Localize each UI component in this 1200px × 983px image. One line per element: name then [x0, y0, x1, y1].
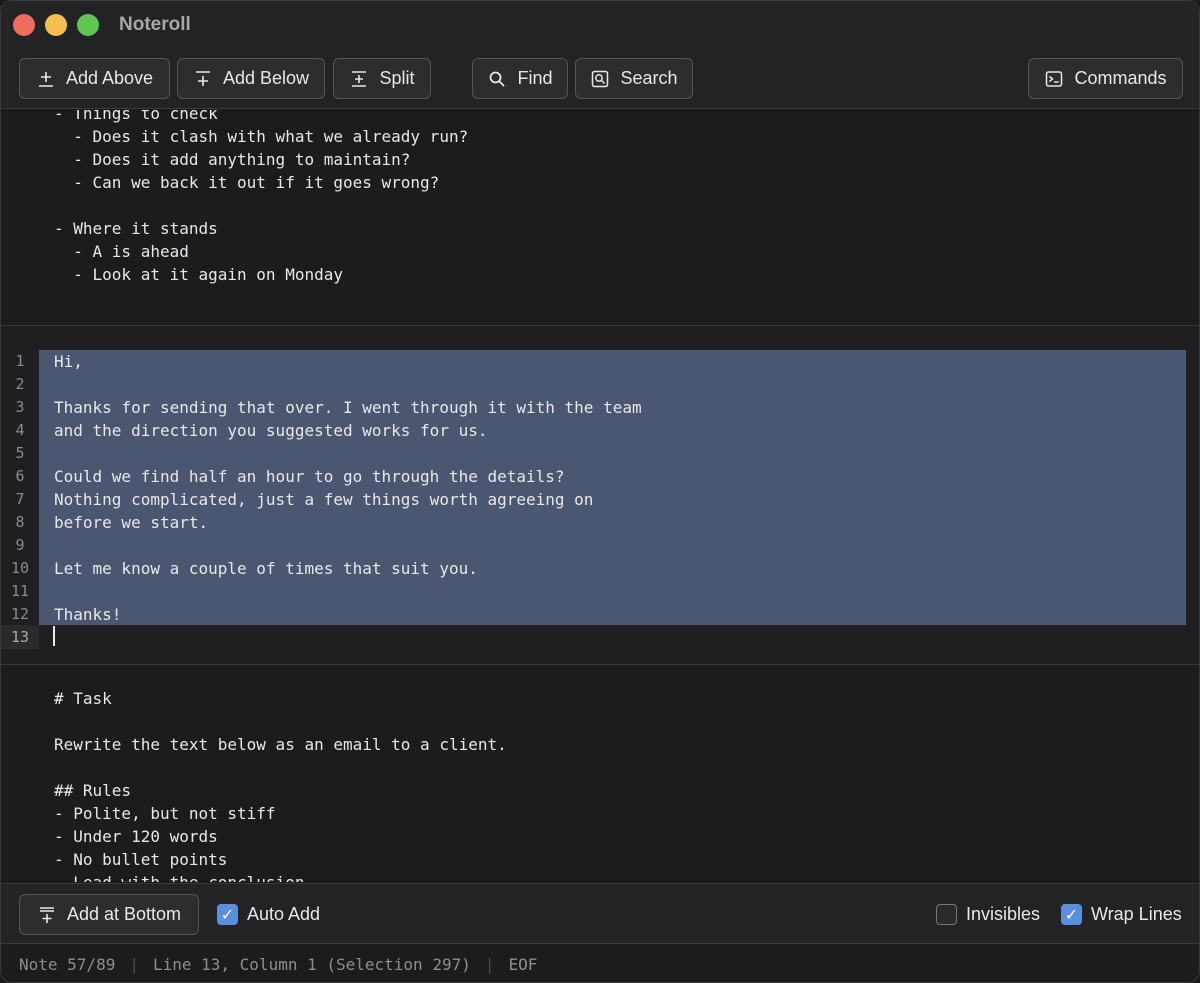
- toolbar: Add Above Add Below Split Find Search Co…: [1, 49, 1199, 109]
- text-line: - No bullet points: [54, 850, 228, 869]
- status-separator: |: [484, 955, 495, 974]
- text-line: - Look at it again on Monday: [54, 265, 343, 284]
- text-line: Let me know a couple of times that suit …: [54, 559, 478, 578]
- checkmark-icon[interactable]: ✓: [217, 904, 238, 925]
- text-line: [54, 442, 642, 465]
- text-line: Nothing complicated, just a few things w…: [54, 490, 594, 509]
- text-line: [54, 580, 642, 603]
- add-below-button[interactable]: Add Below: [177, 58, 325, 99]
- checkmark-icon[interactable]: ✓: [1061, 904, 1082, 925]
- app-title: Noteroll: [119, 14, 191, 35]
- line-number: 11: [10, 582, 30, 600]
- line-number: 5: [15, 444, 25, 462]
- zoom-window-button[interactable]: [77, 14, 99, 36]
- text-line: ## Rules: [54, 781, 132, 800]
- auto-add-checkbox[interactable]: ✓ Auto Add: [217, 904, 320, 925]
- text-line: - Does it add anything to maintain?: [54, 150, 411, 169]
- app-window: Noteroll Add Above Add Below Split Find: [0, 0, 1200, 983]
- unchecked-box-icon[interactable]: [936, 904, 957, 925]
- text-line: # Task: [54, 689, 112, 708]
- note-text[interactable]: # Task Rewrite the text below as an email…: [54, 687, 507, 882]
- note-text[interactable]: Hi, Thanks for sending that over. I went …: [54, 350, 642, 626]
- terminal-icon: [1044, 69, 1064, 89]
- text-caret: [53, 626, 55, 646]
- text-line: [54, 756, 507, 779]
- note-counter: Note 57/89: [19, 955, 116, 974]
- add-at-bottom-button[interactable]: Add at Bottom: [19, 894, 199, 935]
- line-number: 8: [15, 513, 25, 531]
- add-at-bottom-label: Add at Bottom: [66, 904, 182, 924]
- commands-label: Commands: [1074, 68, 1167, 88]
- commands-button[interactable]: Commands: [1028, 58, 1183, 99]
- line-number: 2: [15, 375, 25, 393]
- text-line: Rewrite the text below as an email to a …: [54, 735, 507, 754]
- text-line: [54, 710, 507, 733]
- text-line: - Lead with the conclusion: [54, 871, 507, 882]
- note-pane-previous[interactable]: - Things to check - Does it clash with w…: [1, 110, 1199, 326]
- text-line: [54, 194, 468, 217]
- wrap-lines-label: Wrap Lines: [1091, 904, 1182, 924]
- split-button[interactable]: Split: [333, 58, 431, 99]
- line-number: 3: [15, 398, 25, 416]
- line-number: 12: [10, 605, 30, 623]
- text-line: - Can we back it out if it goes wrong?: [54, 173, 440, 192]
- magnifier-icon: [487, 69, 507, 89]
- find-button[interactable]: Find: [472, 58, 568, 99]
- plus-below-icon: [193, 69, 213, 89]
- invisibles-label: Invisibles: [966, 904, 1041, 924]
- cursor-position: Line 13, Column 1 (Selection 297): [152, 955, 471, 974]
- minimize-window-button[interactable]: [45, 14, 67, 36]
- window-controls: [13, 14, 99, 36]
- note-pane-active[interactable]: 1 2 3 4 5 6 7 8 9 10 11 12 13 Hi, Thanks for sending …: [1, 327, 1199, 665]
- text-line: [54, 373, 642, 396]
- status-separator: |: [129, 955, 139, 974]
- line-number: 7: [15, 490, 25, 508]
- bottom-bar: Add at Bottom ✓ Auto Add Invisibles ✓ Wr…: [1, 883, 1199, 944]
- find-label: Find: [517, 68, 553, 88]
- text-line: before we start.: [54, 513, 209, 532]
- search-button[interactable]: Search: [575, 58, 693, 99]
- eof-indicator: EOF: [508, 955, 538, 974]
- invisibles-checkbox[interactable]: Invisibles: [936, 904, 1040, 925]
- line-number: 1: [15, 352, 25, 370]
- add-above-button[interactable]: Add Above: [19, 58, 170, 99]
- auto-add-label: Auto Add: [247, 904, 321, 924]
- split-icon: [349, 69, 369, 89]
- search-box-icon: [590, 69, 610, 89]
- title-bar: Noteroll: [1, 1, 1199, 49]
- line-number: 13: [1, 626, 39, 649]
- line-number: 4: [15, 421, 25, 439]
- text-line: - A is ahead: [54, 242, 189, 261]
- text-line: [54, 534, 642, 557]
- wrap-lines-checkbox[interactable]: ✓ Wrap Lines: [1061, 904, 1182, 925]
- line-number: 10: [10, 559, 30, 577]
- text-line: - Things to check: [54, 110, 218, 123]
- text-line: - Under 120 words: [54, 827, 218, 846]
- add-below-label: Add Below: [222, 68, 310, 88]
- line-number: 9: [15, 536, 25, 554]
- search-label: Search: [620, 68, 678, 88]
- line-number-gutter: 1 2 3 4 5 6 7 8 9 10 11 12 13: [1, 350, 39, 649]
- add-above-label: Add Above: [65, 68, 154, 88]
- text-line: Thanks!: [54, 605, 122, 624]
- text-line: Hi,: [54, 352, 83, 371]
- text-line: - Where it stands: [54, 219, 218, 238]
- note-pane-next[interactable]: # Task Rewrite the text below as an email…: [1, 666, 1199, 882]
- text-line: - Does it clash with what we already run…: [54, 127, 469, 146]
- line-number: 6: [15, 467, 25, 485]
- close-window-button[interactable]: [13, 14, 35, 36]
- status-bar: Note 57/89 | Line 13, Column 1 (Selectio…: [1, 945, 1199, 982]
- text-line: and the direction you suggested works fo…: [54, 421, 488, 440]
- text-line: Thanks for sending that over. I went thr…: [54, 398, 642, 417]
- text-line: - Polite, but not stiff: [54, 804, 276, 823]
- split-label: Split: [379, 68, 415, 88]
- plus-above-icon: [36, 69, 56, 89]
- note-text[interactable]: - Things to check - Does it clash with w…: [54, 110, 468, 286]
- plus-bottom-icon: [37, 905, 57, 925]
- text-line: Could we find half an hour to go through…: [54, 467, 565, 486]
